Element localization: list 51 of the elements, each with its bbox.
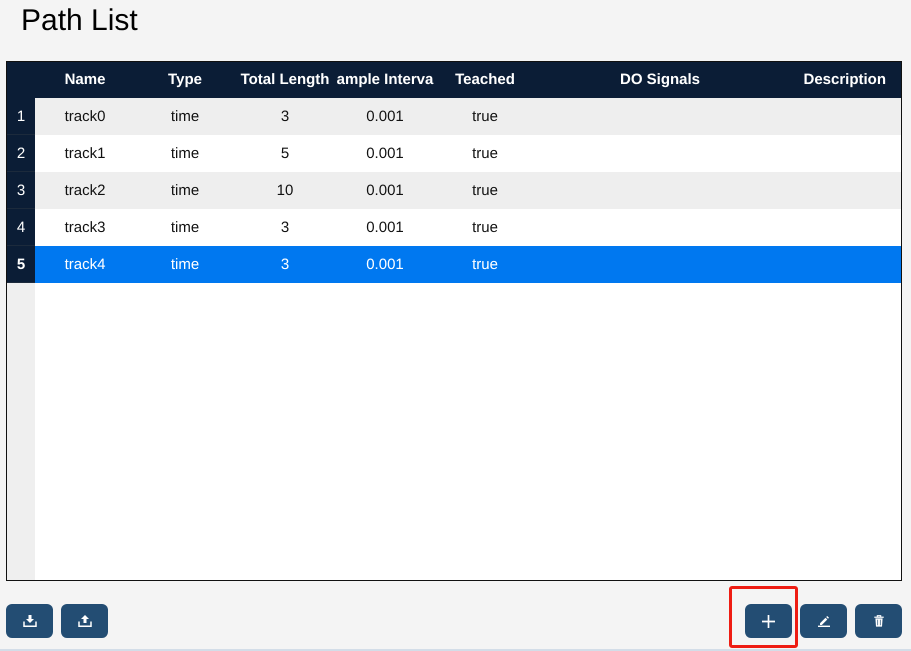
table-cell: true — [472, 144, 498, 164]
trash-icon — [872, 615, 886, 627]
table-cell: true — [472, 218, 498, 238]
table-cell: 5 — [280, 144, 290, 164]
column-header: Name — [64, 70, 106, 90]
table-row[interactable]: 5 track4 time 3 0.001 true — [7, 246, 901, 283]
table-row[interactable]: 1 track0 time 3 0.001 true — [7, 98, 901, 135]
table-cell: track3 — [64, 218, 106, 238]
table-cell: true — [472, 106, 498, 126]
table-cell: track2 — [64, 180, 106, 200]
row-number: 1 — [7, 98, 35, 135]
table-cell: 0.001 — [366, 144, 404, 164]
upload-button[interactable] — [61, 604, 108, 638]
table-cell: true — [472, 254, 498, 274]
table-cell: 0.001 — [366, 218, 404, 238]
column-header: ample Interva — [336, 70, 434, 90]
table-row[interactable]: 3 track2 time 10 0.001 true — [7, 172, 901, 209]
plus-icon — [762, 614, 775, 628]
column-header: Total Length — [240, 70, 330, 90]
table-cell: time — [170, 180, 200, 200]
column-header: Type — [168, 70, 202, 90]
column-header: Description — [803, 70, 886, 90]
column-header: DO Signals — [620, 70, 700, 90]
row-number: 4 — [7, 209, 35, 246]
row-number: 2 — [7, 135, 35, 172]
pencil-icon — [816, 615, 830, 627]
delete-button[interactable] — [855, 604, 902, 638]
table-cell: time — [170, 218, 200, 238]
table-cell: 10 — [276, 180, 294, 200]
table-cell: time — [170, 254, 200, 274]
table-cell: 3 — [280, 218, 290, 238]
column-header: Teached — [455, 70, 515, 90]
table-cell: 0.001 — [366, 106, 404, 126]
add-button[interactable] — [745, 604, 792, 638]
table-cell: track4 — [64, 254, 106, 274]
table-cell: time — [170, 144, 200, 164]
row-number: 3 — [7, 172, 35, 209]
table-cell: 0.001 — [366, 180, 404, 200]
table-cell: 3 — [280, 254, 290, 274]
download-button[interactable] — [6, 604, 53, 638]
table-cell: time — [170, 106, 200, 126]
table-cell: track0 — [64, 106, 106, 126]
table-cell: track1 — [64, 144, 106, 164]
table-cell: 3 — [280, 106, 290, 126]
table-cell: true — [472, 180, 498, 200]
edit-button[interactable] — [800, 604, 847, 638]
row-number: 5 — [7, 246, 35, 283]
table-cell: 0.001 — [366, 254, 404, 274]
upload-icon — [78, 615, 92, 627]
page-title: Path List — [20, 3, 138, 39]
download-icon — [22, 615, 36, 627]
